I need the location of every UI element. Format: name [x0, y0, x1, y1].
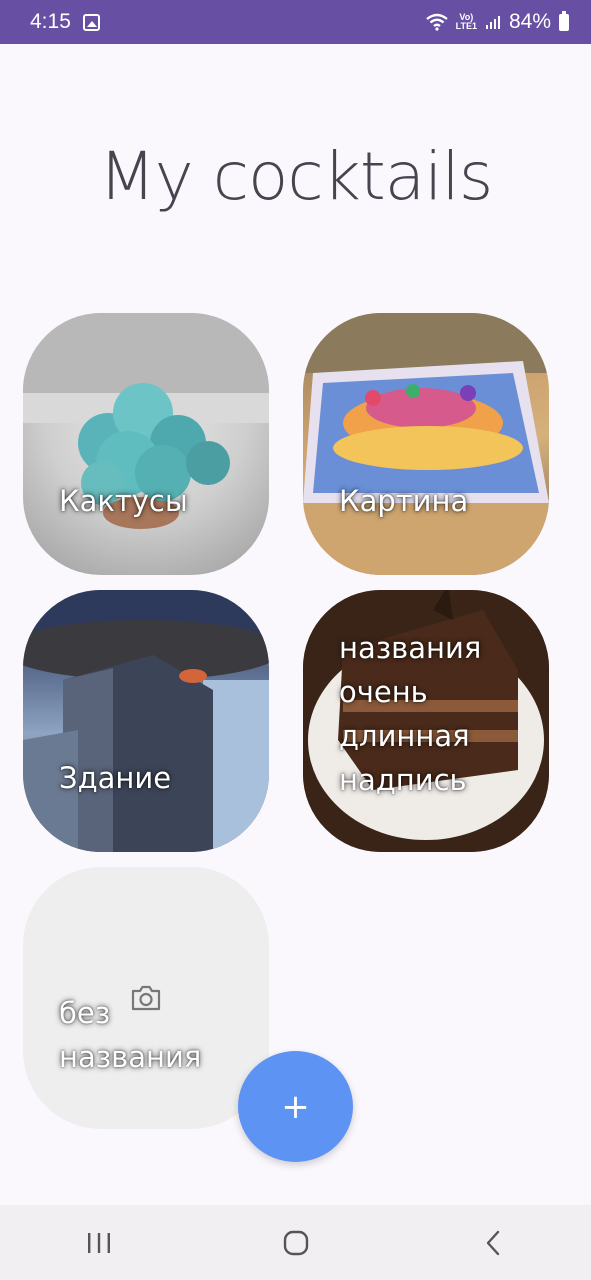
back-icon [486, 1230, 499, 1255]
card-label-building: Здание [59, 761, 172, 795]
signal-icon [485, 16, 500, 29]
status-time: 4:15 [30, 10, 71, 33]
home-icon [283, 1230, 308, 1255]
card-label-untitled-line-1: без [59, 996, 111, 1030]
network-lte: LTE1 [455, 21, 477, 31]
card-label-untitled: без названия [59, 991, 201, 1079]
status-bar: 4:15 Vo) LTE1 84% [0, 0, 591, 44]
card-label-untitled-line-2: названия [59, 1040, 202, 1074]
recent-apps-icon [87, 1232, 110, 1253]
recent-apps-button[interactable] [59, 1213, 139, 1273]
card-label-cake-line-4: надпись [339, 763, 467, 797]
card-label-cacti: Кактусы [59, 484, 188, 518]
page-title: My cocktails [98, 138, 494, 215]
card-label-painting: Картина [339, 484, 469, 518]
home-button[interactable] [256, 1213, 336, 1273]
cocktail-card-untitled[interactable]: без названия [23, 867, 269, 1129]
add-cocktail-button[interactable]: + [238, 1051, 353, 1162]
cocktail-card-painting[interactable]: Картина [303, 313, 549, 575]
image-icon [82, 13, 100, 31]
battery-percent: 84% [508, 10, 551, 33]
card-label-cake-line-3: длинная [339, 719, 470, 753]
card-label-cake: названия очень длинная надпись [339, 626, 481, 802]
plus-icon: + [281, 1086, 310, 1127]
cocktail-card-cacti[interactable]: Кактусы [23, 313, 269, 575]
status-bar-right: Vo) LTE1 84% [425, 10, 569, 34]
back-button[interactable] [453, 1213, 533, 1273]
status-bar-left: 4:15 [30, 10, 100, 34]
navigation-bar [0, 1205, 591, 1280]
cactus-photo [23, 313, 269, 529]
card-label-cake-line-2: очень [339, 675, 428, 709]
cocktail-card-building[interactable]: Здание [23, 590, 269, 852]
network-type: Vo) LTE1 [456, 13, 477, 31]
building-photo [23, 590, 269, 852]
card-label-cake-line-1: названия [339, 631, 482, 665]
painting-photo [303, 313, 549, 575]
wifi-icon [425, 13, 448, 31]
cocktail-card-cake[interactable]: названия очень длинная надпись [303, 590, 549, 852]
battery-icon [559, 10, 569, 31]
